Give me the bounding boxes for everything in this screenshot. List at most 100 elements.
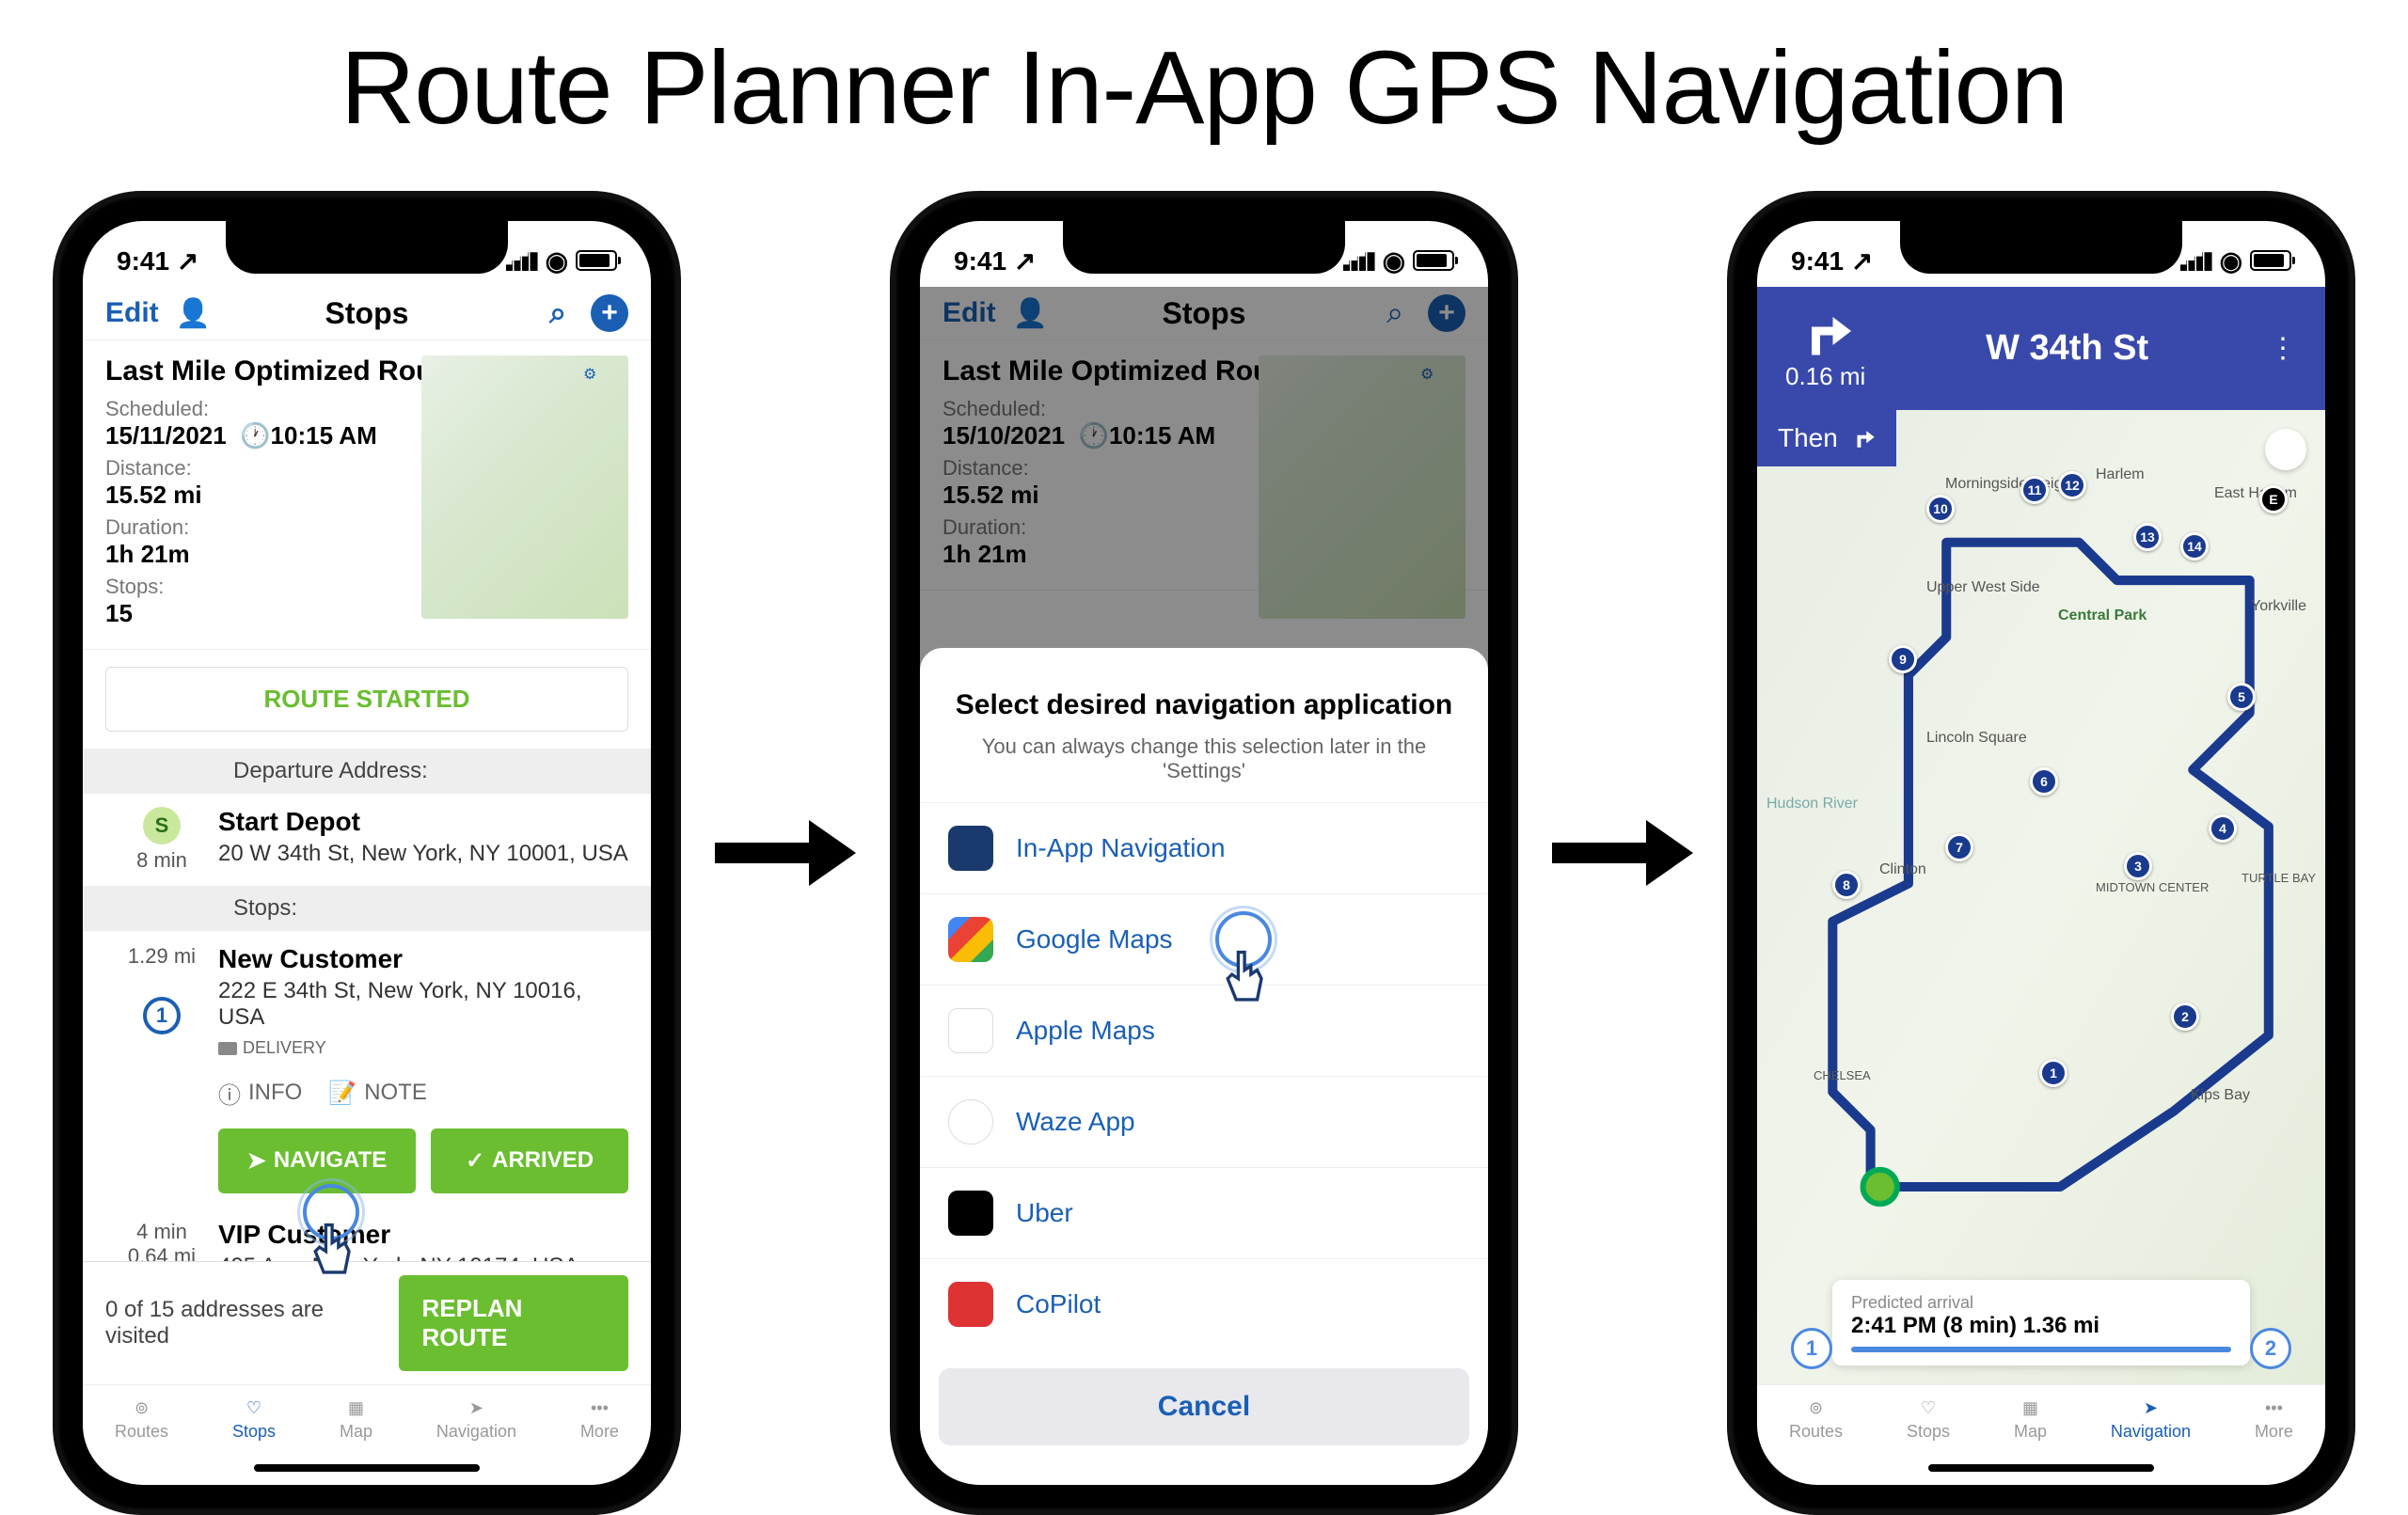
stop-s-name: Start Depot xyxy=(218,807,628,837)
page-title: Route Planner In-App GPS Navigation xyxy=(0,0,2408,148)
tab-navigation[interactable]: ➤Navigation xyxy=(436,1398,516,1442)
tab-navigation[interactable]: ➤Navigation xyxy=(2111,1398,2191,1442)
note-button[interactable]: 📝 NOTE xyxy=(328,1077,427,1110)
nav-app-sheet: Select desired navigation application Yo… xyxy=(920,648,1488,1485)
stop-row-start[interactable]: S 8 min Start Depot 20 W 34th St, New Yo… xyxy=(83,794,651,886)
status-time: 9:41 ↗ xyxy=(1791,245,1873,276)
stop-row-1[interactable]: 1.29 mi 1 New Customer 222 E 34th St, Ne… xyxy=(83,931,651,1207)
edit-button[interactable]: Edit xyxy=(105,297,159,329)
wifi-icon: ◉ xyxy=(546,245,568,276)
gear-icon[interactable]: ⚙ xyxy=(583,365,619,401)
tab-more[interactable]: •••More xyxy=(2255,1398,2293,1442)
search-icon[interactable]: ⌕ xyxy=(549,295,566,331)
option-in-app[interactable]: In-App Navigation xyxy=(920,802,1488,893)
stop-1-name: New Customer xyxy=(218,944,628,974)
phone-1: 9:41 ↗ ◉ Edit 👤 Stops ⌕ + Last Mile Opti… xyxy=(56,195,677,1511)
stop-2-addr: 405 Ave, New York, NY 10174, USA xyxy=(218,1254,628,1262)
more-icon[interactable]: ⋮ xyxy=(2269,332,2297,365)
progress-pin-1: 1 xyxy=(1791,1328,1832,1369)
uber-icon xyxy=(948,1191,993,1236)
route-pin: 14 xyxy=(2180,532,2209,560)
pointer-hand-icon xyxy=(292,1191,376,1295)
route-pin: 13 xyxy=(2133,523,2162,551)
tab-stops[interactable]: ♡Stops xyxy=(232,1398,276,1442)
pred-value: 2:41 PM (8 min) 1.36 mi xyxy=(1851,1313,2231,1339)
wifi-icon: ◉ xyxy=(1383,245,1405,276)
departure-section-label: Departure Address: xyxy=(83,749,651,794)
progress-pin-2: 2 xyxy=(2250,1328,2291,1369)
nav-title: Stops xyxy=(325,296,409,331)
battery-icon xyxy=(1413,250,1454,271)
pred-label: Predicted arrival xyxy=(1851,1293,2231,1313)
replan-button[interactable]: REPLAN ROUTE xyxy=(399,1275,628,1371)
status-time: 9:41 ↗ xyxy=(117,245,198,276)
more-icon: ••• xyxy=(2265,1398,2283,1418)
sheet-title: Select desired navigation application xyxy=(920,689,1488,721)
stop-s-time: 8 min xyxy=(136,848,187,873)
route-started-button[interactable]: ROUTE STARTED xyxy=(105,667,628,732)
navigation-icon: ➤ xyxy=(2144,1398,2158,1418)
person-settings-icon[interactable]: 👤 xyxy=(176,297,211,330)
route-pin: 3 xyxy=(2124,852,2152,880)
map-label: Yorkville xyxy=(2251,598,2306,615)
info-button[interactable]: ⓘ INFO xyxy=(218,1077,302,1110)
home-indicator[interactable] xyxy=(254,1464,480,1472)
cancel-button[interactable]: Cancel xyxy=(939,1368,1469,1445)
turn-right-icon xyxy=(1851,426,1876,450)
apple-maps-icon xyxy=(948,1008,993,1053)
tab-map[interactable]: ▦Map xyxy=(2014,1398,2047,1442)
phone-2: 9:41 ↗ ◉ Edit 👤 Stops ⌕ + Last Mile Op xyxy=(894,195,1514,1511)
navigation-icon: ➤ xyxy=(469,1398,483,1418)
phones-row: 9:41 ↗ ◉ Edit 👤 Stops ⌕ + Last Mile Opti… xyxy=(0,195,2408,1511)
routes-icon: ⊚ xyxy=(135,1398,149,1418)
map-label: Upper West Side xyxy=(1926,579,2040,596)
tab-bar: ⊚Routes ♡Stops ▦Map ➤Navigation •••More xyxy=(1757,1384,2325,1464)
tab-more[interactable]: •••More xyxy=(580,1398,619,1442)
tab-map[interactable]: ▦Map xyxy=(340,1398,372,1442)
more-icon: ••• xyxy=(591,1398,609,1418)
route-pin: 4 xyxy=(2209,814,2237,843)
then-bar: Then xyxy=(1757,410,1896,466)
waze-icon xyxy=(948,1099,993,1144)
arrow-icon xyxy=(1552,820,1693,886)
tab-routes[interactable]: ⊚Routes xyxy=(115,1398,168,1442)
map-label: MIDTOWN CENTER xyxy=(2096,880,2209,894)
stop-2-dist: 0.64 mi xyxy=(128,1244,196,1262)
stop-1-addr: 222 E 34th St, New York, NY 10016, USA xyxy=(218,978,628,1031)
nav-bar: Edit 👤 Stops ⌕ + xyxy=(83,287,651,340)
route-pin: 2 xyxy=(2171,1002,2199,1031)
tab-stops[interactable]: ♡Stops xyxy=(1907,1398,1950,1442)
signal-icon xyxy=(2180,250,2212,271)
tab-bar: ⊚Routes ♡Stops ▦Map ➤Navigation •••More xyxy=(83,1384,651,1464)
route-pin: 9 xyxy=(1889,645,1917,673)
turn-right-icon xyxy=(1798,306,1854,362)
map-icon: ▦ xyxy=(2022,1398,2038,1418)
add-button[interactable]: + xyxy=(591,294,628,332)
map-label: Clinton xyxy=(1879,861,1926,878)
route-pin: 11 xyxy=(2020,476,2049,504)
route-pin: 8 xyxy=(1832,871,1861,899)
arrived-button[interactable]: ✓ ARRIVED xyxy=(431,1128,628,1193)
nav-street: W 34th St xyxy=(1884,328,2250,369)
wifi-icon: ◉ xyxy=(2220,245,2242,276)
tab-routes[interactable]: ⊚Routes xyxy=(1789,1398,1843,1442)
map-label: Kips Bay xyxy=(2191,1087,2250,1104)
pointer-hand-icon xyxy=(1204,919,1289,1022)
delivery-tag: DELIVERY xyxy=(218,1038,326,1058)
progress-slider[interactable] xyxy=(1851,1347,2231,1352)
option-waze[interactable]: Waze App xyxy=(920,1076,1488,1167)
battery-icon xyxy=(2250,250,2291,271)
stops-section-label: Stops: xyxy=(83,886,651,931)
option-copilot[interactable]: CoPilot xyxy=(920,1258,1488,1349)
stops-icon: ♡ xyxy=(246,1398,261,1418)
home-indicator[interactable] xyxy=(1928,1464,2154,1472)
route-pin: 5 xyxy=(2227,683,2256,711)
arrow-icon xyxy=(715,820,856,886)
status-time: 9:41 ↗ xyxy=(954,245,1036,276)
google-maps-icon xyxy=(948,917,993,962)
navigation-map[interactable]: Then Morningside Heights Harlem East Har… xyxy=(1757,410,2325,1384)
map-label: TURTLE BAY xyxy=(2242,871,2316,885)
option-uber[interactable]: Uber xyxy=(920,1167,1488,1258)
map-label: CHELSEA xyxy=(1814,1068,1871,1082)
visited-count: 0 of 15 addresses are visited xyxy=(105,1297,380,1349)
